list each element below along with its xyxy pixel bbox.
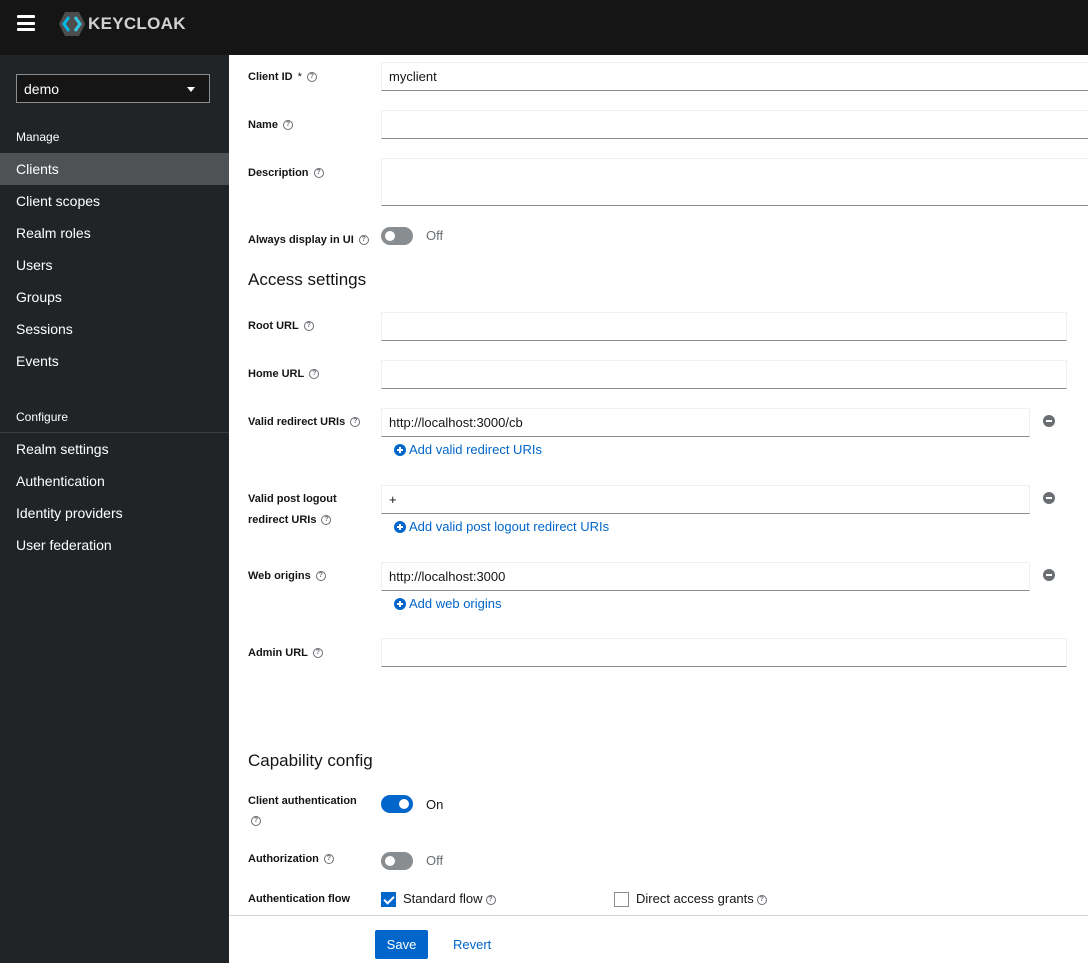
remove-web-origin-icon[interactable] [1043, 569, 1055, 581]
realm-selector[interactable]: demo [16, 74, 210, 103]
client-id-label: Client ID *? [248, 67, 317, 87]
logo-text: KEYCLOAK [88, 14, 186, 33]
help-icon[interactable]: ? [251, 816, 261, 827]
sidebar-item-user-federation[interactable]: User federation [0, 529, 229, 561]
form-footer: Save Revert [229, 915, 1088, 963]
client-auth-toggle[interactable] [381, 795, 413, 813]
sidebar-item-sessions[interactable]: Sessions [0, 313, 229, 345]
realm-name: demo [24, 81, 60, 97]
keycloak-logo: KEYCLOAK [58, 10, 186, 38]
sidebar-item-clients[interactable]: Clients [0, 153, 229, 185]
keycloak-logo-icon [59, 12, 85, 36]
plus-circle-icon [394, 443, 406, 456]
always-display-state: Off [426, 228, 444, 243]
sidebar-item-identity-providers[interactable]: Identity providers [0, 497, 229, 529]
help-icon[interactable]: ? [485, 894, 496, 905]
valid-redirect-input[interactable] [381, 408, 1030, 437]
sidebar-item-users[interactable]: Users [0, 249, 229, 281]
capability-config-title: Capability config [248, 751, 373, 770]
help-icon[interactable]: ? [315, 571, 326, 582]
plus-circle-icon [394, 520, 406, 533]
help-icon[interactable]: ? [358, 235, 369, 246]
toggle-knob [399, 799, 409, 809]
sidebar-item-realm-settings[interactable]: Realm settings [0, 433, 229, 465]
root-url-label: Root URL? [248, 316, 314, 336]
direct-access-label: Direct access grants? [636, 891, 767, 906]
sidebar-item-client-scopes[interactable]: Client scopes [0, 185, 229, 217]
save-button[interactable]: Save [375, 930, 428, 959]
valid-redirect-label: Valid redirect URIs? [248, 412, 361, 432]
required-marker: * [297, 71, 302, 83]
help-icon[interactable]: ? [323, 854, 334, 865]
toggle-knob [385, 231, 395, 241]
client-id-input[interactable] [381, 62, 1088, 91]
home-url-label: Home URL? [248, 364, 320, 384]
caret-down-icon [187, 87, 195, 92]
help-icon[interactable]: ? [309, 369, 320, 380]
root-url-input[interactable] [381, 312, 1067, 341]
client-settings-form: Client ID*? Name? Description? Always di… [229, 55, 1088, 915]
nav-section-configure: Configure [16, 410, 69, 424]
authorization-state: Off [426, 853, 444, 868]
help-icon[interactable]: ? [321, 515, 332, 526]
plus-circle-icon [394, 597, 406, 610]
description-label: Description? [248, 163, 324, 183]
client-auth-state: On [426, 797, 444, 812]
direct-access-checkbox[interactable] [614, 892, 629, 907]
web-origins-input[interactable] [381, 562, 1030, 591]
authorization-toggle[interactable] [381, 852, 413, 870]
access-settings-title: Access settings [248, 270, 367, 289]
add-post-logout-uri-link[interactable]: Add valid post logout redirect URIs [394, 519, 609, 534]
admin-url-label: Admin URL? [248, 643, 323, 663]
help-icon[interactable]: ? [306, 72, 317, 83]
remove-post-logout-icon[interactable] [1043, 492, 1055, 504]
sidebar: demo Manage Clients Client scopes Realm … [0, 55, 229, 963]
sidebar-item-events[interactable]: Events [0, 345, 229, 377]
remove-redirect-icon[interactable] [1043, 415, 1055, 427]
hamburger-menu-icon[interactable] [17, 15, 35, 31]
revert-button[interactable]: Revert [445, 930, 499, 959]
add-redirect-uri-link[interactable]: Add valid redirect URIs [394, 442, 542, 457]
nav-section-manage: Manage [16, 130, 60, 144]
name-input[interactable] [381, 110, 1088, 139]
client-auth-label: Client authentication ? [248, 795, 357, 827]
masthead: KEYCLOAK [0, 0, 1088, 55]
help-icon[interactable]: ? [303, 321, 314, 332]
toggle-knob [385, 856, 395, 866]
auth-flow-label: Authentication flow [248, 893, 351, 905]
standard-flow-checkbox[interactable] [381, 892, 396, 907]
home-url-input[interactable] [381, 360, 1067, 389]
post-logout-label: Valid post logout redirect URIs? [248, 493, 337, 526]
sidebar-item-realm-roles[interactable]: Realm roles [0, 217, 229, 249]
web-origins-label: Web origins? [248, 566, 326, 586]
help-icon[interactable]: ? [313, 168, 324, 179]
post-logout-input[interactable] [381, 485, 1030, 514]
add-web-origin-link[interactable]: Add web origins [394, 596, 502, 611]
standard-flow-label: Standard flow? [403, 891, 496, 906]
name-label: Name? [248, 115, 293, 135]
help-icon[interactable]: ? [312, 648, 323, 659]
always-display-toggle[interactable] [381, 227, 413, 245]
help-icon[interactable]: ? [756, 894, 767, 905]
admin-url-input[interactable] [381, 638, 1067, 667]
authorization-label: Authorization? [248, 849, 334, 869]
sidebar-item-groups[interactable]: Groups [0, 281, 229, 313]
always-display-label: Always display in UI? [248, 230, 369, 250]
description-textarea[interactable] [381, 158, 1088, 206]
help-icon[interactable]: ? [282, 120, 293, 131]
sidebar-item-authentication[interactable]: Authentication [0, 465, 229, 497]
help-icon[interactable]: ? [350, 417, 361, 428]
